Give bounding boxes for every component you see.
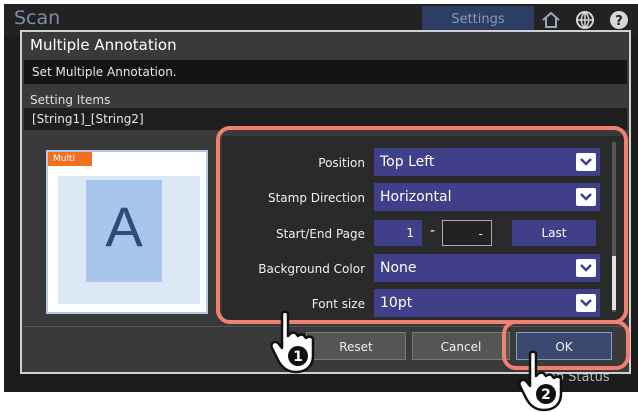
multi-badge: Multi bbox=[48, 152, 92, 166]
help-icon[interactable]: ? bbox=[608, 9, 630, 31]
settings-highlight bbox=[216, 126, 628, 324]
preview-area: A bbox=[58, 176, 200, 304]
preview-page: A bbox=[86, 180, 162, 282]
app-title: Scan bbox=[14, 7, 61, 29]
dialog-title: Multiple Annotation bbox=[30, 36, 177, 54]
setting-items-label: Setting Items bbox=[30, 93, 111, 107]
annotation-preview: Multi A bbox=[46, 150, 208, 314]
cancel-button[interactable]: Cancel bbox=[412, 332, 510, 360]
globe-icon[interactable] bbox=[574, 9, 596, 31]
preview-letter: A bbox=[105, 195, 143, 258]
pointing-hand-icon: 2 bbox=[518, 350, 563, 412]
svg-text:?: ? bbox=[615, 14, 623, 29]
dialog-message: Set Multiple Annotation. bbox=[24, 60, 627, 84]
step-1-number: 1 bbox=[293, 349, 303, 365]
home-icon[interactable] bbox=[540, 9, 562, 31]
pointing-hand-icon: 1 bbox=[270, 310, 315, 374]
step-2-number: 2 bbox=[541, 387, 551, 403]
